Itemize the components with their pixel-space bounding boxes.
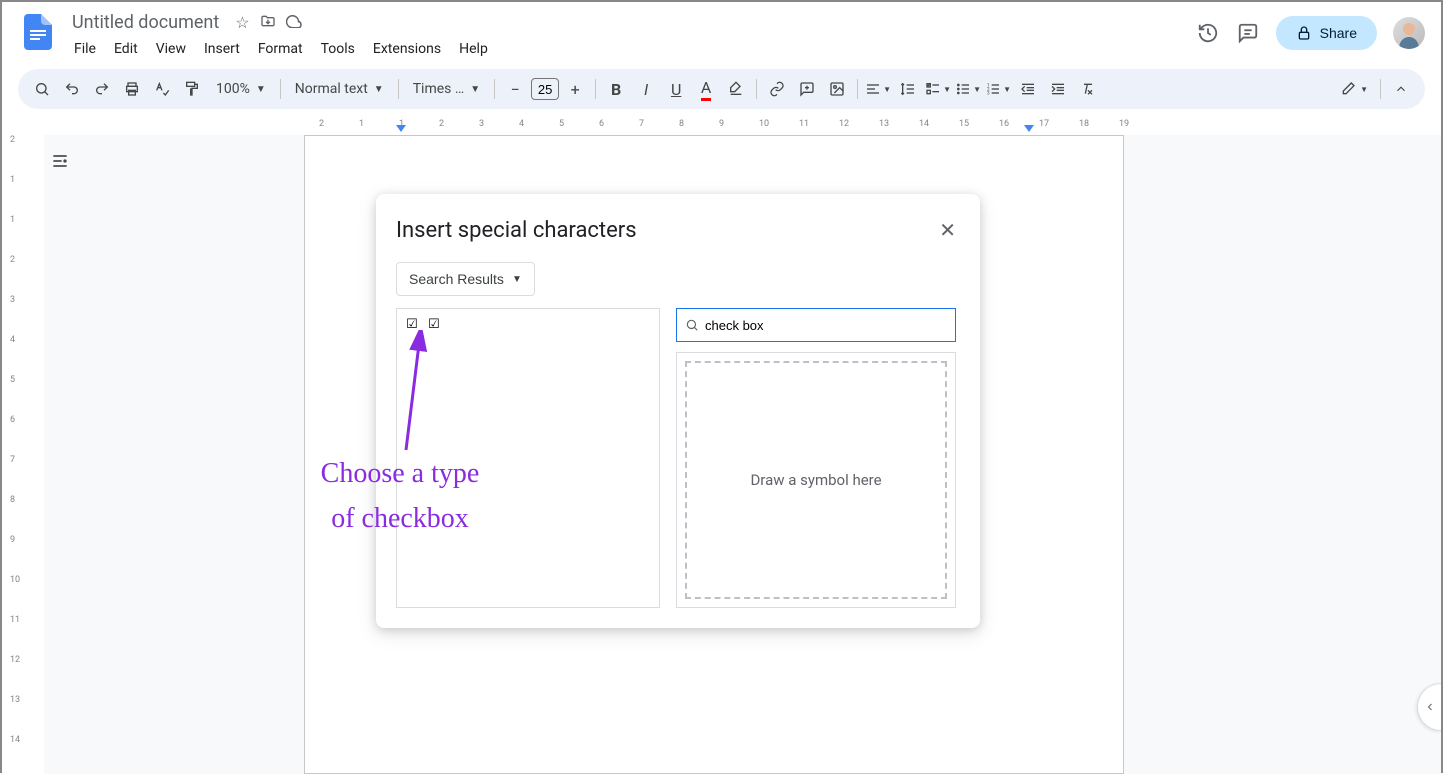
chevron-down-icon: ▼ <box>470 84 480 95</box>
underline-icon[interactable]: U <box>662 75 690 103</box>
dialog-title: Insert special characters <box>396 218 637 243</box>
horizontal-ruler[interactable]: 2112345678910111213141516171819 <box>2 117 1441 135</box>
show-outline-icon[interactable] <box>46 147 74 175</box>
add-comment-icon[interactable] <box>793 75 821 103</box>
toolbar: 100%▼ Normal text▼ Times …▼ − + B I U A … <box>18 69 1425 109</box>
increase-font-icon[interactable]: + <box>561 75 589 103</box>
menu-tools[interactable]: Tools <box>313 37 363 61</box>
share-label: Share <box>1320 25 1357 41</box>
font-select[interactable]: Times …▼ <box>405 75 488 103</box>
line-spacing-icon[interactable] <box>894 75 922 103</box>
spellcheck-icon[interactable] <box>148 75 176 103</box>
zoom-select[interactable]: 100%▼ <box>208 75 274 103</box>
menu-help[interactable]: Help <box>451 37 496 61</box>
history-icon[interactable] <box>1196 21 1220 45</box>
font-size-input[interactable] <box>531 78 559 100</box>
menu-bar: File Edit View Insert Format Tools Exten… <box>66 37 496 61</box>
decrease-indent-icon[interactable] <box>1014 75 1042 103</box>
user-avatar[interactable] <box>1393 17 1425 49</box>
toolbar-wrap: 100%▼ Normal text▼ Times …▼ − + B I U A … <box>2 61 1441 117</box>
character-search-input[interactable] <box>705 318 947 333</box>
paragraph-style-select[interactable]: Normal text▼ <box>287 75 392 103</box>
search-menus-icon[interactable] <box>28 75 56 103</box>
close-icon[interactable]: ✕ <box>935 214 960 246</box>
character-result[interactable]: ☑ <box>403 315 421 333</box>
redo-icon[interactable] <box>88 75 116 103</box>
draw-placeholder: Draw a symbol here <box>685 361 947 599</box>
chevron-down-icon: ▼ <box>256 84 266 95</box>
print-icon[interactable] <box>118 75 146 103</box>
category-dropdown[interactable]: Search Results ▼ <box>396 262 535 296</box>
checklist-icon[interactable]: ▼ <box>924 75 952 103</box>
menu-extensions[interactable]: Extensions <box>365 37 449 61</box>
character-results-panel: ☑ ☑ <box>396 308 660 608</box>
increase-indent-icon[interactable] <box>1044 75 1072 103</box>
right-indent-marker[interactable] <box>1024 125 1034 132</box>
vertical-ruler[interactable]: 211234567891011121314 <box>2 135 44 774</box>
title-area: Untitled document ☆ File Edit View Inser… <box>66 8 496 61</box>
character-result[interactable]: ☑ <box>425 315 443 333</box>
chevron-down-icon: ▼ <box>374 84 384 95</box>
header-right: Share <box>1196 8 1425 50</box>
cloud-status-icon[interactable] <box>286 13 304 33</box>
numbered-list-icon[interactable]: 123▼ <box>984 75 1012 103</box>
italic-icon[interactable]: I <box>632 75 660 103</box>
app-header: Untitled document ☆ File Edit View Inser… <box>2 2 1441 61</box>
search-icon <box>685 318 699 332</box>
text-color-icon[interactable]: A <box>692 75 720 103</box>
highlight-icon[interactable] <box>722 75 750 103</box>
bold-icon[interactable]: B <box>602 75 630 103</box>
menu-view[interactable]: View <box>148 37 194 61</box>
insert-image-icon[interactable] <box>823 75 851 103</box>
lock-icon <box>1296 25 1312 41</box>
paint-format-icon[interactable] <box>178 75 206 103</box>
docs-logo-icon[interactable] <box>18 12 58 52</box>
collapse-toolbar-icon[interactable] <box>1387 75 1415 103</box>
comments-icon[interactable] <box>1236 21 1260 45</box>
character-search-box[interactable] <box>676 308 956 342</box>
svg-text:3: 3 <box>987 90 990 96</box>
bulleted-list-icon[interactable]: ▼ <box>954 75 982 103</box>
share-button[interactable]: Share <box>1276 16 1377 50</box>
menu-insert[interactable]: Insert <box>196 37 248 61</box>
editing-mode-select[interactable]: ▼ <box>1334 75 1374 103</box>
undo-icon[interactable] <box>58 75 86 103</box>
insert-link-icon[interactable] <box>763 75 791 103</box>
align-icon[interactable]: ▼ <box>864 75 892 103</box>
star-icon[interactable]: ☆ <box>235 13 249 33</box>
draw-symbol-area[interactable]: Draw a symbol here <box>676 352 956 608</box>
chevron-down-icon: ▼ <box>512 274 522 285</box>
move-icon[interactable] <box>260 13 276 33</box>
decrease-font-icon[interactable]: − <box>501 75 529 103</box>
menu-file[interactable]: File <box>66 37 104 61</box>
document-title[interactable]: Untitled document <box>66 10 225 35</box>
menu-edit[interactable]: Edit <box>106 37 146 61</box>
clear-formatting-icon[interactable] <box>1074 75 1102 103</box>
menu-format[interactable]: Format <box>250 37 311 61</box>
special-characters-dialog: Insert special characters ✕ Search Resul… <box>376 194 980 628</box>
header-left: Untitled document ☆ File Edit View Inser… <box>18 8 496 61</box>
